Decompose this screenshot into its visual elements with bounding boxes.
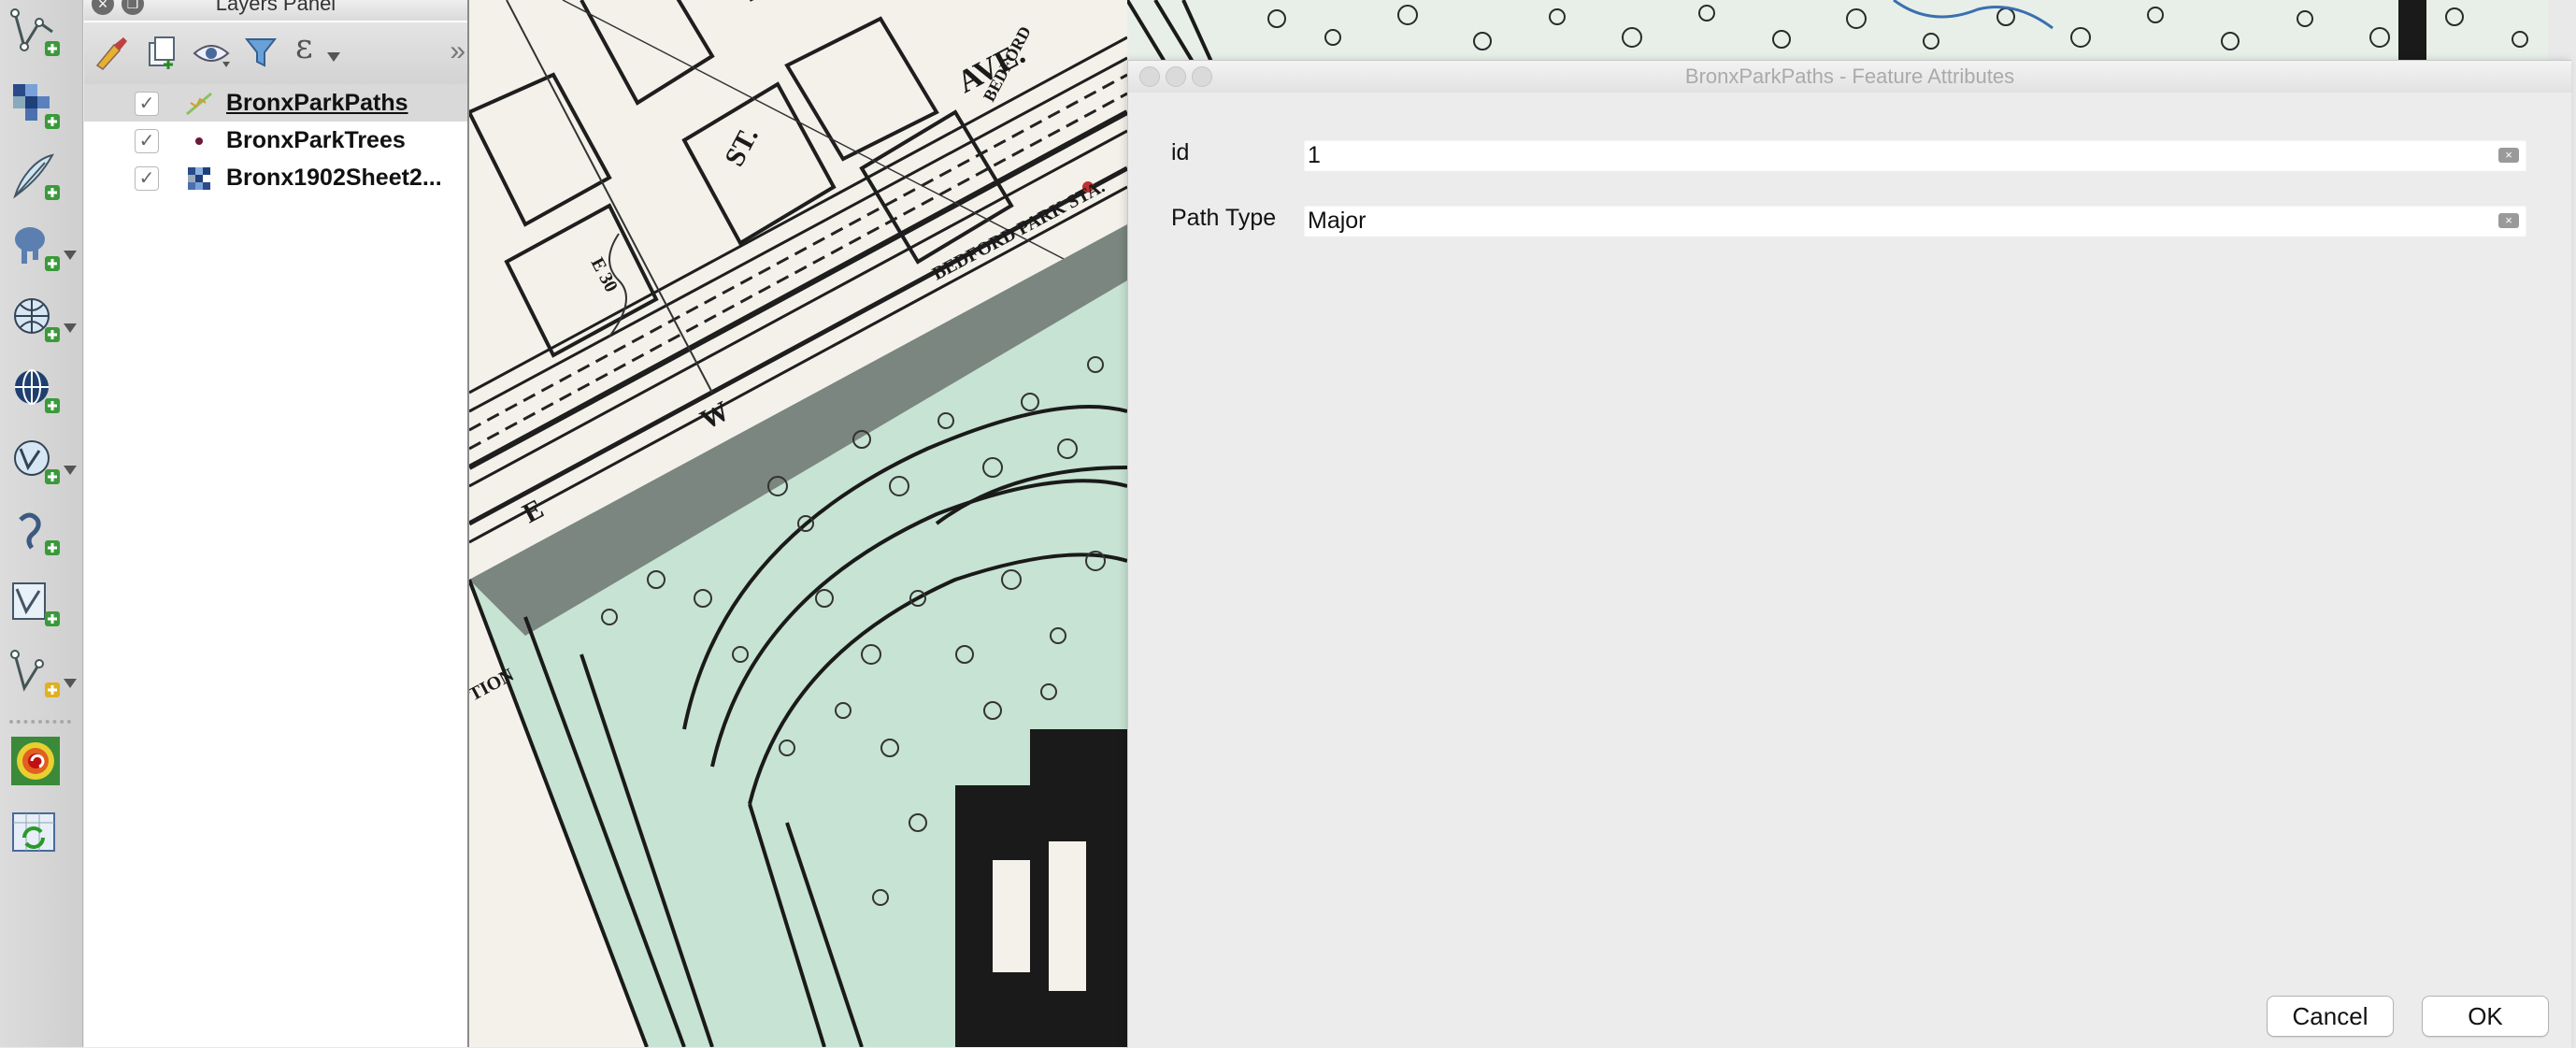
chevron-down-icon[interactable] [64,679,77,688]
new-vector-layer-icon[interactable] [7,6,64,62]
raster-layer-icon [185,165,213,193]
field-label-id: id [1171,139,1190,165]
layer-name: Bronx1902Sheet2... [226,165,442,191]
clear-field-icon[interactable]: × [2498,148,2519,163]
path-type-field[interactable] [1304,205,2526,237]
chevron-down-icon[interactable] [64,323,77,333]
more-tools-button[interactable]: » [450,36,465,67]
layer-row-bronxparktrees[interactable]: ✓ BronxParkTrees [84,122,467,159]
refresh-table-icon[interactable] [7,806,64,862]
layers-panel-title: Layers Panel [215,0,336,15]
layers-panel-titlebar: × ❐ Layers Panel [84,0,467,21]
historic-map-image: AVE. ST. W E BEDFORD PARK STA. BEDFORD T… [469,0,1127,1047]
field-label-path-type: Path Type [1171,205,1277,231]
dialog-titlebar: BronxParkPaths - Feature Attributes [1128,61,2571,93]
feature-attributes-dialog: BronxParkPaths - Feature Attributes id ×… [1127,60,2571,1048]
chevron-down-icon [327,52,340,62]
filter-expression-icon[interactable]: ε [290,28,355,75]
clear-field-icon[interactable]: × [2498,213,2519,228]
add-raster-layer-icon[interactable] [7,79,64,135]
add-wfs-layer-icon[interactable] [7,363,64,419]
map-canvas[interactable]: AVE. ST. W E BEDFORD PARK STA. BEDFORD T… [469,0,1127,1047]
data-source-toolbar [0,0,83,1047]
new-shapefile-icon[interactable] [7,576,64,632]
add-wms-layer-icon[interactable] [7,292,64,348]
layers-panel-toolbar: ε » [84,22,467,85]
add-delimited-text-icon[interactable] [7,150,64,206]
chevron-down-icon[interactable] [64,251,77,260]
layer-row-bronx1902sheet2[interactable]: ✓ Bronx1902Sheet2... [84,159,467,196]
filter-legend-icon[interactable] [239,32,282,75]
layers-panel: × ❐ Layers Panel ε » ✓ BronxParkPaths ✓ [84,0,469,1047]
add-postgis-layer-icon[interactable] [7,221,64,277]
toolbar-separator [9,720,71,724]
chevron-down-icon[interactable] [64,466,77,475]
layer-visibility-checkbox[interactable]: ✓ [135,166,159,191]
layer-row-bronxparkpaths[interactable]: ✓ BronxParkPaths [84,84,467,122]
map-canvas-top-strip[interactable] [1127,0,2548,62]
ok-button[interactable]: OK [2422,996,2549,1037]
add-spatialite-layer-icon[interactable] [7,505,64,561]
dialog-title: BronxParkPaths - Feature Attributes [1684,65,2015,88]
point-layer-icon [185,127,213,155]
line-layer-icon [185,90,213,118]
manage-visibility-icon[interactable] [191,32,234,75]
heatmap-icon[interactable] [7,733,64,789]
id-field[interactable] [1304,139,2526,171]
cancel-button[interactable]: Cancel [2267,996,2394,1037]
expression-symbol: ε [295,28,313,66]
historic-map-image [1127,0,2548,62]
layer-visibility-checkbox[interactable]: ✓ [135,92,159,116]
new-virtual-layer-icon[interactable] [7,647,64,703]
add-wcs-layer-icon[interactable] [7,434,64,490]
layer-name: BronxParkPaths [226,90,408,116]
layer-name: BronxParkTrees [226,127,406,153]
style-manager-icon[interactable] [90,32,133,75]
layer-visibility-checkbox[interactable]: ✓ [135,129,159,153]
add-group-icon[interactable] [140,32,183,75]
